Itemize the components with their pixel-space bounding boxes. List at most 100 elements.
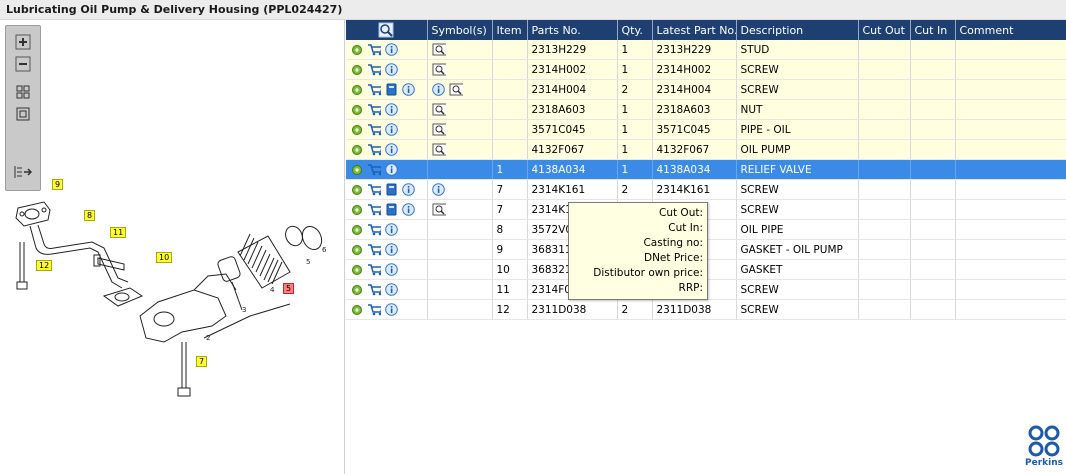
cut-in-cell[interactable] [910,139,956,160]
info-button[interactable] [384,243,398,257]
cut-out-cell[interactable] [858,279,911,300]
info-button[interactable] [384,163,398,177]
parts-no-cell[interactable]: 2314K161 [527,179,618,200]
description-cell[interactable]: SCREW [736,179,859,200]
description-cell[interactable]: RELIEF VALVE [736,159,859,180]
add-to-cart-button[interactable] [367,263,381,277]
header-latest-part-no[interactable]: Latest Part No. [652,20,737,40]
item-cell[interactable]: 8 [492,219,528,240]
cut-in-cell[interactable] [910,59,956,80]
table-row[interactable]: 1 4138A034 1 4138A034 RELIEF VALVE [346,159,1066,180]
qty-cell[interactable]: 1 [617,119,653,140]
cut-in-cell[interactable] [910,40,956,60]
comment-cell[interactable] [955,79,1066,100]
qty-cell[interactable]: 1 [617,159,653,180]
cut-out-cell[interactable] [858,299,911,320]
header-symbols[interactable]: Symbol(s) [427,20,493,40]
qty-cell[interactable]: 2 [617,299,653,320]
callout-8[interactable]: 8 [84,210,96,221]
info-button[interactable] [432,183,446,197]
table-row[interactable]: 4132F067 1 4132F067 OIL PUMP [346,139,1066,160]
latest-part-cell[interactable]: 2318A603 [652,99,737,120]
qty-cell[interactable]: 1 [617,40,653,60]
qty-cell[interactable]: 1 [617,99,653,120]
comment-cell[interactable] [955,139,1066,160]
description-cell[interactable]: PIPE - OIL [736,119,859,140]
parts-no-cell[interactable]: 2311D038 [527,299,618,320]
gear-button[interactable] [350,163,364,177]
item-cell[interactable]: 10 [492,259,528,280]
cut-out-cell[interactable] [858,159,911,180]
cut-in-cell[interactable] [910,199,956,220]
description-cell[interactable]: NUT [736,99,859,120]
table-row[interactable]: 2313H229 1 2313H229 STUD [346,40,1066,60]
comment-cell[interactable] [955,59,1066,80]
diagram-panel[interactable]: 2 3 4 5 6 9 8 11 12 10 7 5 [0,20,345,474]
header-cut-out[interactable]: Cut Out [858,20,911,40]
add-to-cart-button[interactable] [367,283,381,297]
header-parts-no[interactable]: Parts No. [527,20,618,40]
parts-no-cell[interactable]: 4138A034 [527,159,618,180]
table-row[interactable]: 2318A603 1 2318A603 NUT [346,99,1066,120]
description-cell[interactable]: SCREW [736,59,859,80]
comment-cell[interactable] [955,259,1066,280]
info-button[interactable] [384,103,398,117]
item-cell[interactable]: 9 [492,239,528,260]
cut-out-cell[interactable] [858,259,911,280]
comment-cell[interactable] [955,239,1066,260]
header-search-drawing[interactable] [346,20,428,40]
item-cell[interactable] [492,119,528,140]
cut-out-cell[interactable] [858,199,911,220]
table-row[interactable]: 2314H004 2 2314H004 SCREW [346,79,1066,100]
item-cell[interactable]: 1 [492,159,528,180]
comment-cell[interactable] [955,279,1066,300]
description-cell[interactable]: SCREW [736,299,859,320]
cut-out-cell[interactable] [858,119,911,140]
qty-cell[interactable]: 1 [617,139,653,160]
item-cell[interactable] [492,40,528,60]
info-button[interactable] [384,223,398,237]
add-to-cart-button[interactable] [367,43,381,57]
callout-7[interactable]: 7 [196,356,208,367]
cut-in-cell[interactable] [910,279,956,300]
info-button[interactable] [432,83,446,97]
callout-11[interactable]: 11 [110,227,127,238]
latest-part-cell[interactable]: 3571C045 [652,119,737,140]
cut-out-cell[interactable] [858,179,911,200]
symbol-view-button[interactable] [432,203,446,217]
comment-cell[interactable] [955,199,1066,220]
qty-cell[interactable]: 2 [617,79,653,100]
add-to-cart-button[interactable] [367,83,381,97]
item-cell[interactable]: 7 [492,179,528,200]
table-row[interactable]: 7 2314K161 2 2314K161 SCREW [346,179,1066,200]
header-qty[interactable]: Qty. [617,20,653,40]
cut-out-cell[interactable] [858,219,911,240]
info-button[interactable] [401,183,415,197]
gear-button[interactable] [350,223,364,237]
item-cell[interactable] [492,59,528,80]
info-button[interactable] [384,63,398,77]
gear-button[interactable] [350,63,364,77]
gear-button[interactable] [350,83,364,97]
add-to-cart-button[interactable] [367,243,381,257]
parts-no-cell[interactable]: 4132F067 [527,139,618,160]
symbol-view-button[interactable] [432,103,446,117]
description-cell[interactable]: SCREW [736,79,859,100]
header-comment[interactable]: Comment [955,20,1066,40]
add-to-cart-button[interactable] [367,163,381,177]
header-description[interactable]: Description [736,20,859,40]
add-to-cart-button[interactable] [367,223,381,237]
comment-cell[interactable] [955,99,1066,120]
cut-in-cell[interactable] [910,99,956,120]
add-to-cart-button[interactable] [367,203,381,217]
gear-button[interactable] [350,243,364,257]
cut-in-cell[interactable] [910,239,956,260]
parts-no-cell[interactable]: 3571C045 [527,119,618,140]
latest-part-cell[interactable]: 2314H002 [652,59,737,80]
cut-out-cell[interactable] [858,79,911,100]
qty-cell[interactable]: 1 [617,59,653,80]
add-to-cart-button[interactable] [367,63,381,77]
item-cell[interactable] [492,139,528,160]
comment-cell[interactable] [955,299,1066,320]
info-button[interactable] [401,203,415,217]
